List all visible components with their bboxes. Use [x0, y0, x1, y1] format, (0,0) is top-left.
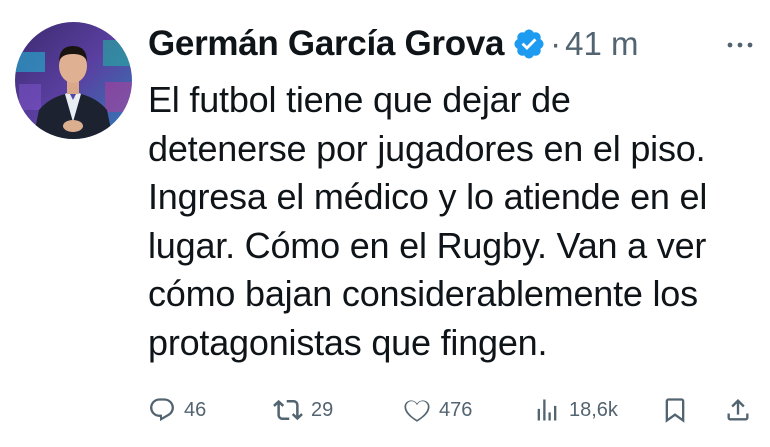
tweet-text-line: lugar. Cómo en el Rugby. Van a ver: [148, 224, 707, 266]
tweet-text-line: El futbol tiene que dejar de: [148, 79, 571, 120]
verified-badge-icon: [512, 27, 546, 61]
tweet-text-line: protagonistas que fingen.: [148, 321, 548, 363]
bookmark-button[interactable]: [661, 390, 689, 430]
like-count: 476: [439, 398, 473, 421]
tweet-header: Germán García Grova · 41 m: [148, 22, 639, 66]
tweet-actions: 46 29 476 18,6k: [148, 390, 758, 430]
share-button[interactable]: [724, 390, 752, 430]
author-name[interactable]: Germán García Grova: [148, 24, 504, 64]
share-icon: [724, 396, 752, 424]
bookmark-icon: [661, 396, 689, 424]
like-button[interactable]: 476: [403, 390, 472, 430]
tweet-text-line: detenerse por jugadores en el piso.: [148, 127, 706, 169]
views-count: 18,6k: [569, 398, 618, 421]
tweet-text-line: Ingresa el médico y lo atiende en el: [148, 176, 708, 217]
views-button[interactable]: 18,6k: [533, 390, 618, 430]
header-separator: ·: [550, 25, 562, 62]
tweet-text-line: cómo bajan considerablemente los: [148, 273, 698, 314]
retweet-icon: [273, 395, 303, 425]
heart-icon: [403, 396, 431, 424]
reply-button[interactable]: 46: [148, 390, 206, 430]
more-options-icon[interactable]: [720, 38, 760, 50]
tweet-text: El futbol tiene que dejar de detenerse p…: [148, 76, 758, 367]
avatar[interactable]: [15, 22, 132, 139]
retweet-button[interactable]: 29: [273, 390, 333, 430]
views-chart-icon: [533, 396, 561, 424]
tweet: Germán García Grova · 41 m El futbol tie…: [0, 0, 770, 447]
retweet-count: 29: [311, 398, 334, 421]
reply-count: 46: [184, 398, 207, 421]
reply-icon: [148, 396, 176, 424]
timestamp[interactable]: 41 m: [565, 25, 638, 63]
